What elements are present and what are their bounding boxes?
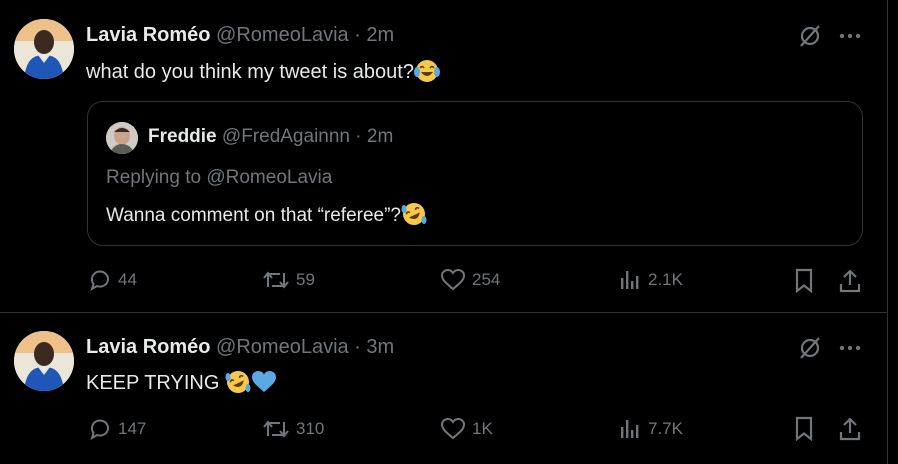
more-options-icon[interactable] [837,23,863,49]
like-count: 1K [472,419,493,438]
repost-icon [263,271,289,289]
replying-to-handle[interactable]: @RomeoLavia [206,167,332,188]
tweet-text-content: what do you think my tweet is about? [86,61,414,83]
quoted-author-handle[interactable]: @FredAgainnn [222,126,350,147]
grok-icon[interactable] [797,23,823,49]
tweet-1[interactable]: Lavia Roméo @RomeoLavia · 2m what do you… [0,0,887,312]
views-count: 7.7K [648,419,683,438]
grok-icon[interactable] [797,335,823,361]
rofl-emoji-icon [401,202,427,232]
author-handle[interactable]: @RomeoLavia [216,24,349,46]
author-name[interactable]: Lavia Roméo [86,336,210,358]
like-button[interactable]: 1K [440,417,493,441]
quoted-tweet[interactable]: Freddie @FredAgainnn · 2m Replying to @R… [87,101,863,246]
views-button[interactable]: 2.1K [618,268,683,292]
author-handle[interactable]: @RomeoLavia [216,336,349,358]
share-icon[interactable] [838,416,862,447]
reply-count: 44 [118,270,137,289]
blue-heart-emoji-icon [251,370,277,400]
quoted-text-content: Wanna comment on that “referee”? [106,205,401,226]
rofl-emoji-icon [225,370,251,400]
reply-icon [90,419,109,441]
joy-emoji-icon [413,59,440,89]
column-border [887,0,888,464]
reply-button[interactable]: 147 [88,417,146,441]
author-name[interactable]: Lavia Roméo [86,24,210,46]
heart-icon [440,268,466,291]
avatar[interactable] [14,331,74,391]
views-chart-icon [621,420,639,438]
like-count: 254 [472,270,501,289]
views-count: 2.1K [648,270,683,289]
quoted-timestamp[interactable]: · 2m [355,126,393,147]
tweet-text-content: KEEP TRYING [86,372,225,394]
repost-count: 59 [296,270,315,289]
timestamp[interactable]: · 3m [354,336,394,358]
timestamp[interactable]: · 2m [354,24,394,46]
quoted-header: Freddie @FredAgainnn · 2m [148,126,393,148]
replying-to: Replying to @RomeoLavia [106,167,332,189]
quoted-avatar[interactable] [106,122,138,154]
quoted-text: Wanna comment on that “referee”? [106,202,427,232]
reply-count: 147 [118,419,147,438]
repost-button[interactable]: 59 [262,268,315,292]
bookmark-icon[interactable] [793,268,815,299]
views-button[interactable]: 7.7K [618,417,683,441]
reply-button[interactable]: 44 [88,268,137,292]
reply-icon [90,270,109,292]
replying-to-label: Replying to [106,167,207,188]
tweet-text: KEEP TRYING [86,370,277,400]
tweet-header: Lavia Roméo @RomeoLavia · 3m [86,336,394,359]
tweet-text: what do you think my tweet is about? [86,59,440,89]
bookmark-icon[interactable] [793,416,815,447]
avatar[interactable] [14,19,74,79]
tweet-header: Lavia Roméo @RomeoLavia · 2m [86,24,394,47]
like-button[interactable]: 254 [440,268,500,292]
more-options-icon[interactable] [837,335,863,361]
repost-icon [263,420,289,438]
views-chart-icon [621,271,639,289]
share-icon[interactable] [838,268,862,299]
repost-count: 310 [296,419,325,438]
repost-button[interactable]: 310 [262,417,324,441]
tweet-2[interactable]: Lavia Roméo @RomeoLavia · 3m KEEP TRYING [0,313,887,464]
heart-icon [440,417,466,440]
quoted-author-name[interactable]: Freddie [148,126,217,147]
